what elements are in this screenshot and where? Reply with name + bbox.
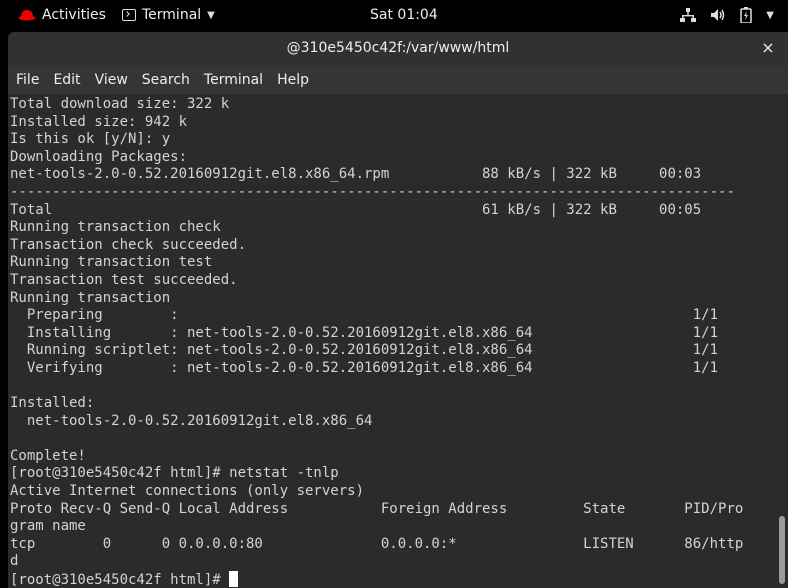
menu-search[interactable]: Search xyxy=(142,72,190,88)
terminal-line: [root@310e5450c42f html]# netstat -tnlp xyxy=(10,465,339,482)
menu-view[interactable]: View xyxy=(95,72,128,88)
title-bar[interactable]: @310e5450c42f:/var/www/html × xyxy=(8,32,788,66)
terminal-line: Proto Recv-Q Send-Q Local Address Foreig… xyxy=(10,500,744,517)
terminal-icon xyxy=(122,9,136,21)
terminal-line: Installed size: 942 k xyxy=(10,113,188,130)
terminal-line: Running scriptlet: net-tools-2.0-0.52.20… xyxy=(10,342,719,359)
terminal-line: Transaction check succeeded. xyxy=(10,236,247,253)
terminal-line: net-tools-2.0-0.52.20160912git.el8.x86_6… xyxy=(10,412,373,429)
menu-file[interactable]: File xyxy=(16,72,39,88)
terminal-line: Complete! xyxy=(10,447,86,464)
scrollbar-thumb[interactable] xyxy=(779,516,785,584)
app-menu[interactable]: Terminal ▼ xyxy=(122,7,215,23)
text-cursor xyxy=(229,571,239,588)
terminal-line: Downloading Packages: xyxy=(10,148,188,165)
activities-label: Activities xyxy=(42,7,106,23)
terminal-line: gram name xyxy=(10,518,86,535)
network-icon xyxy=(680,8,697,22)
terminal-line: d xyxy=(10,553,19,570)
chevron-down-icon: ▼ xyxy=(766,9,774,21)
terminal-output[interactable]: Total download size: 322 k Installed size… xyxy=(8,94,776,588)
redhat-logo-icon xyxy=(18,10,36,21)
terminal-line: Total 61 kB/s | 322 kB 00:05 xyxy=(10,201,702,218)
close-button[interactable]: × xyxy=(758,38,778,58)
terminal-line: tcp 0 0 0.0.0.0:80 0.0.0.0:* LISTEN 86/h… xyxy=(10,535,744,552)
terminal-line: ----------------------------------------… xyxy=(10,183,735,200)
terminal-line: Active Internet connections (only server… xyxy=(10,483,365,500)
activities-button[interactable]: Activities xyxy=(18,7,106,23)
terminal-line: Running transaction test xyxy=(10,254,213,271)
menu-edit[interactable]: Edit xyxy=(53,72,80,88)
app-menu-label: Terminal xyxy=(142,7,202,23)
battery-icon xyxy=(740,7,753,23)
close-icon: × xyxy=(761,38,775,57)
terminal-line: Running transaction xyxy=(10,289,171,306)
menu-help[interactable]: Help xyxy=(277,72,309,88)
menu-terminal[interactable]: Terminal xyxy=(204,72,263,88)
chevron-down-icon: ▼ xyxy=(207,9,215,21)
terminal-line: Installed: xyxy=(10,395,95,412)
terminal-line: Transaction test succeeded. xyxy=(10,271,238,288)
terminal-line: net-tools-2.0-0.52.20160912git.el8.x86_6… xyxy=(10,166,702,183)
terminal-line: Total download size: 322 k xyxy=(10,96,230,112)
terminal-text: Total download size: 322 k Installed size… xyxy=(10,96,743,588)
window-title: @310e5450c42f:/var/www/html xyxy=(286,40,510,56)
terminal-line: Is this ok [y/N]: y xyxy=(10,131,171,148)
scrollbar[interactable] xyxy=(776,94,788,588)
volume-icon xyxy=(711,9,725,21)
system-status-menu[interactable]: ▼ xyxy=(680,7,774,23)
terminal-line: Preparing : 1/1 xyxy=(10,307,719,324)
terminal-line: Running transaction check xyxy=(10,219,221,236)
terminal-line: Installing : net-tools-2.0-0.52.20160912… xyxy=(10,324,719,341)
top-bar: Activities Terminal ▼ Sat 01:04 ▼ xyxy=(0,0,788,32)
shell-prompt: [root@310e5450c42f html]# xyxy=(10,572,230,588)
clock[interactable]: Sat 01:04 xyxy=(370,7,438,23)
menu-bar: File Edit View Search Terminal Help xyxy=(8,66,788,94)
terminal-window: @310e5450c42f:/var/www/html × File Edit … xyxy=(8,32,788,588)
terminal-line: Verifying : net-tools-2.0-0.52.20160912g… xyxy=(10,359,719,376)
prompt-line[interactable]: [root@310e5450c42f html]# xyxy=(10,571,743,588)
